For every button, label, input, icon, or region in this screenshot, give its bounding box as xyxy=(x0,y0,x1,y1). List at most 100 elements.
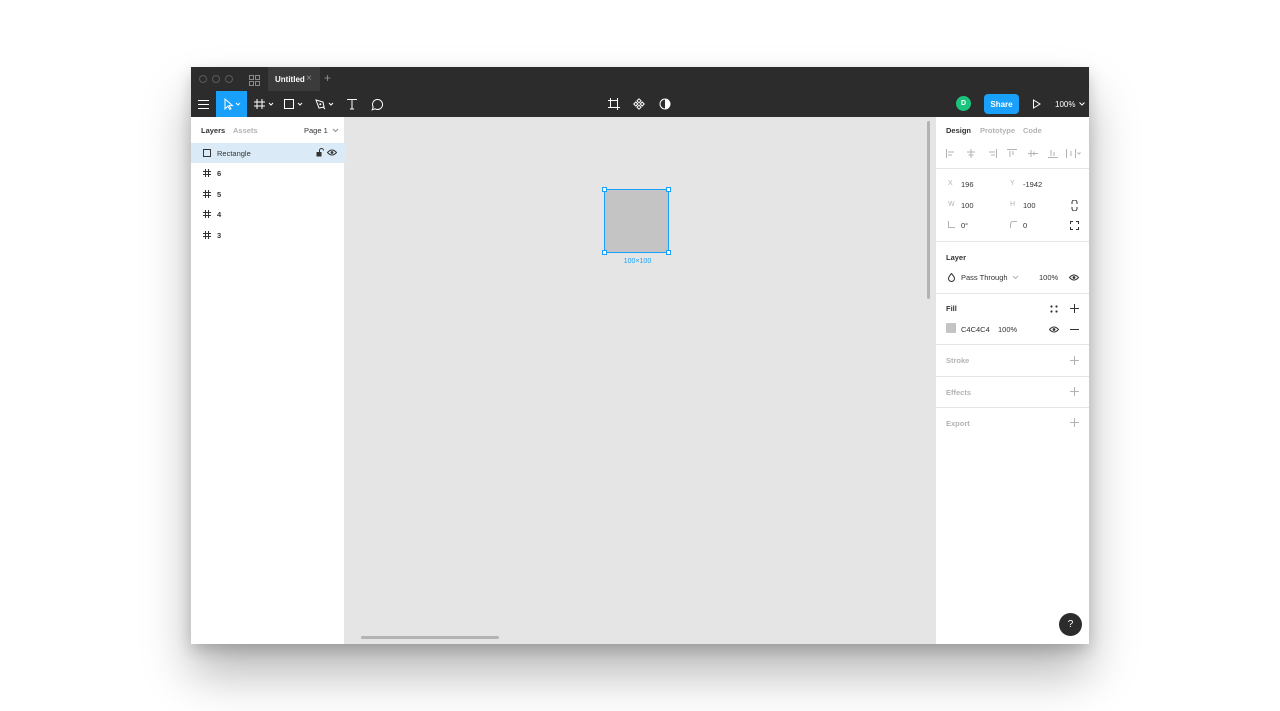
file-tab[interactable]: Untitled xyxy=(268,67,320,91)
eye-icon[interactable] xyxy=(1049,326,1059,333)
tab-design[interactable]: Design xyxy=(946,126,971,135)
resize-handle-bottom-right[interactable] xyxy=(666,250,671,255)
eye-icon[interactable] xyxy=(1069,274,1079,281)
app-window: Untitled × + D Share 100% Layers Assets … xyxy=(191,67,1089,644)
add-export-icon[interactable] xyxy=(1070,418,1079,427)
text-tool-button[interactable] xyxy=(343,91,361,117)
contrast-tool-button[interactable] xyxy=(658,91,672,117)
layer-row-frame[interactable]: 6 xyxy=(191,163,345,183)
close-window-button[interactable] xyxy=(199,75,207,83)
layer-name: 4 xyxy=(217,210,222,219)
zoom-label: 100% xyxy=(1055,99,1076,109)
layer-name: 5 xyxy=(217,190,222,199)
effects-section-title: Effects xyxy=(946,388,972,397)
layer-row-frame[interactable]: 3 xyxy=(191,225,345,245)
section-divider xyxy=(936,344,1089,345)
selected-rectangle[interactable] xyxy=(604,189,669,253)
fill-opacity-input[interactable]: 100% xyxy=(998,325,1017,334)
layer-section-title: Layer xyxy=(946,253,967,262)
distribute-spacing-icon[interactable] xyxy=(1066,149,1082,158)
x-label: X xyxy=(948,180,953,187)
eye-icon[interactable] xyxy=(327,149,337,156)
add-stroke-icon[interactable] xyxy=(1070,356,1079,365)
add-effect-icon[interactable] xyxy=(1070,387,1079,396)
main-menu-button[interactable] xyxy=(191,91,216,117)
layer-opacity-input[interactable]: 100% xyxy=(1039,273,1058,282)
rectangle-layer-icon xyxy=(203,149,211,157)
resize-handle-top-right[interactable] xyxy=(666,187,671,192)
independent-corners-icon[interactable] xyxy=(1070,221,1079,230)
section-divider xyxy=(936,376,1089,377)
help-button[interactable]: ? xyxy=(1059,613,1082,636)
align-top-icon[interactable] xyxy=(1007,149,1017,158)
unlock-icon[interactable] xyxy=(316,148,324,157)
selection-size-label: 100×100 xyxy=(623,258,652,265)
pen-tool-button[interactable] xyxy=(312,91,338,117)
tab-prototype[interactable]: Prototype xyxy=(980,126,1015,135)
share-button[interactable]: Share xyxy=(984,94,1019,114)
resize-handle-top-left[interactable] xyxy=(602,187,607,192)
w-label: W xyxy=(948,201,955,208)
align-bottom-icon[interactable] xyxy=(1048,149,1058,158)
y-input[interactable]: -1942 xyxy=(1023,180,1042,189)
vertical-scrollbar[interactable] xyxy=(927,121,930,299)
user-avatar[interactable]: D xyxy=(956,96,971,111)
page-dropdown[interactable]: Page 1 xyxy=(304,126,339,135)
frame-hash-icon xyxy=(203,190,211,198)
width-input[interactable]: 100 xyxy=(961,201,974,210)
component-tool-button[interactable] xyxy=(632,91,646,117)
section-divider xyxy=(936,407,1089,408)
add-tab-icon[interactable]: + xyxy=(324,71,331,85)
styles-grid-icon[interactable] xyxy=(1050,305,1058,313)
add-fill-icon[interactable] xyxy=(1070,304,1079,313)
tab-assets[interactable]: Assets xyxy=(233,126,258,135)
toolbar: D Share 100% xyxy=(191,91,1089,117)
crop-tool-button[interactable] xyxy=(607,91,621,117)
tab-code[interactable]: Code xyxy=(1023,126,1042,135)
frame-hash-icon xyxy=(203,210,211,218)
layer-row-frame[interactable]: 5 xyxy=(191,184,345,204)
horizontal-scrollbar[interactable] xyxy=(361,636,499,639)
grid-icon[interactable] xyxy=(249,73,260,86)
comment-tool-button[interactable] xyxy=(368,91,386,117)
align-right-icon[interactable] xyxy=(987,149,997,158)
align-horizontal-center-icon[interactable] xyxy=(966,149,976,158)
rotation-input[interactable]: 0° xyxy=(961,221,968,230)
align-vertical-center-icon[interactable] xyxy=(1028,149,1038,158)
contrast-icon xyxy=(659,98,671,110)
chevron-down-icon xyxy=(1079,102,1086,106)
h-label: H xyxy=(1010,201,1016,208)
frame-tool-button[interactable] xyxy=(251,91,277,117)
component-icon xyxy=(633,98,645,110)
fill-hex-input[interactable]: C4C4C4 xyxy=(961,325,990,334)
present-button[interactable] xyxy=(1030,91,1042,117)
close-tab-icon[interactable]: × xyxy=(306,73,312,85)
zoom-dropdown[interactable]: 100% xyxy=(1055,91,1086,117)
design-canvas[interactable]: 100×100 xyxy=(345,117,935,644)
maximize-window-button[interactable] xyxy=(225,75,233,83)
move-cursor-icon xyxy=(224,98,240,110)
layer-row-frame[interactable]: 4 xyxy=(191,204,345,224)
chevron-down-icon xyxy=(1012,275,1019,280)
x-input[interactable]: 196 xyxy=(961,180,974,189)
layers-panel: Layers Assets Page 1 Rectangle 6 5 4 3 xyxy=(191,117,345,644)
align-left-icon[interactable] xyxy=(946,149,956,158)
minimize-window-button[interactable] xyxy=(212,75,220,83)
remove-fill-icon[interactable] xyxy=(1070,325,1079,334)
blend-mode-dropdown[interactable]: Pass Through xyxy=(961,273,1019,282)
layer-name: Rectangle xyxy=(217,149,251,158)
constrain-proportions-icon[interactable] xyxy=(1071,200,1078,211)
frame-hash-icon xyxy=(203,169,211,177)
corner-radius-input[interactable]: 0 xyxy=(1023,221,1027,230)
height-input[interactable]: 100 xyxy=(1023,201,1036,210)
resize-handle-bottom-left[interactable] xyxy=(602,250,607,255)
fill-color-swatch[interactable] xyxy=(946,323,956,333)
layer-row-rectangle[interactable]: Rectangle xyxy=(191,143,345,163)
text-t-icon xyxy=(347,99,357,110)
chevron-down-icon xyxy=(332,128,339,133)
move-tool-button[interactable] xyxy=(216,91,247,117)
shape-tool-button[interactable] xyxy=(281,91,307,117)
tab-layers[interactable]: Layers xyxy=(201,126,225,135)
pen-icon xyxy=(315,99,334,110)
corner-radius-icon xyxy=(1010,221,1017,228)
